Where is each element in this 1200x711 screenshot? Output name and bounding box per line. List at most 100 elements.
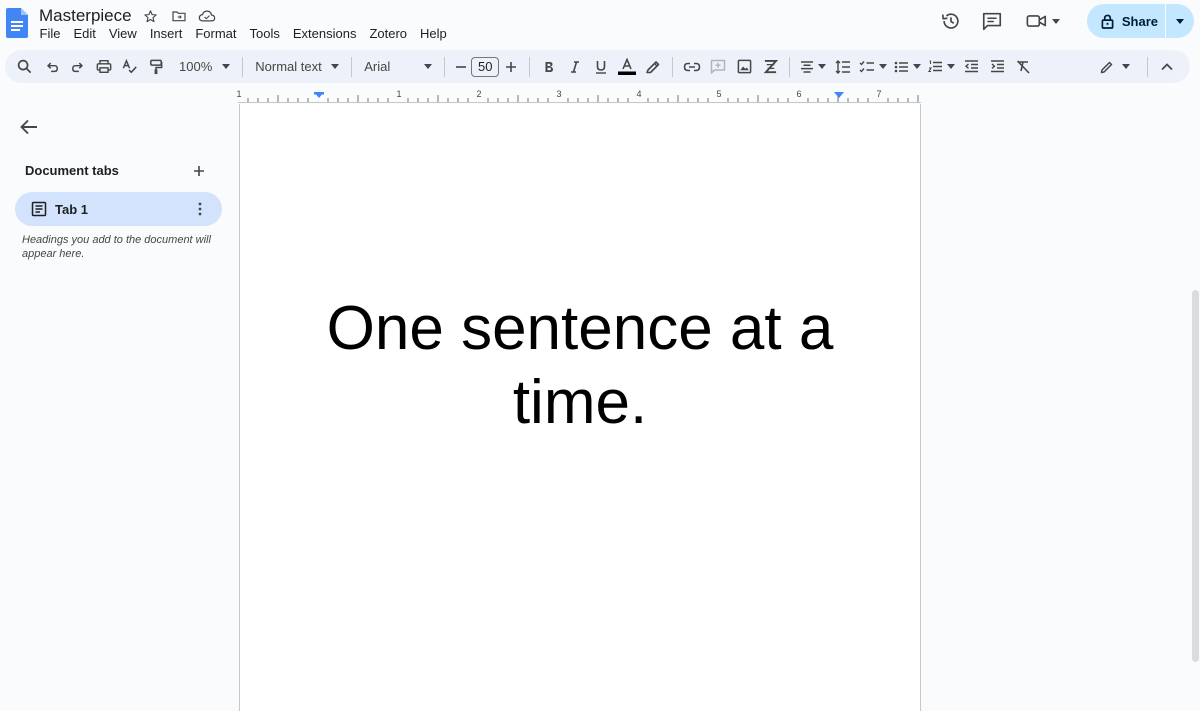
menu-format[interactable]: Format — [189, 25, 243, 43]
docs-app: Masterpiece File Edit View Insert Format… — [0, 0, 1200, 711]
document-outline-sidebar: Document tabs Tab 1 Headings you add to … — [0, 104, 238, 711]
numbered-list-icon[interactable] — [924, 53, 958, 81]
ruler-label: 3 — [556, 89, 561, 99]
menu-extensions[interactable]: Extensions — [286, 25, 363, 43]
line-spacing-icon[interactable] — [830, 53, 856, 81]
undo-icon[interactable] — [39, 53, 65, 81]
toolbar-divider — [1147, 56, 1148, 77]
bold-icon[interactable] — [536, 53, 562, 81]
document-tab-icon — [31, 201, 47, 217]
ruler-label: 2 — [476, 89, 481, 99]
right-indent-marker[interactable] — [834, 92, 844, 98]
decrease-font-size-icon[interactable] — [451, 53, 471, 81]
chevron-down-icon — [1122, 64, 1130, 69]
version-history-icon[interactable] — [934, 4, 968, 38]
paint-format-icon[interactable] — [143, 53, 169, 81]
tab-item-1[interactable]: Tab 1 — [15, 192, 222, 226]
document-tabs-heading: Document tabs — [25, 163, 119, 178]
comments-icon[interactable] — [975, 4, 1009, 38]
zoom-value: 100% — [179, 59, 213, 74]
italic-icon[interactable] — [562, 53, 588, 81]
document-page[interactable]: One sentence at a time. — [239, 104, 921, 711]
font-family-select[interactable]: Arial — [358, 53, 438, 81]
ruler-ticks: 1 1 2 3 4 5 6 7 — [236, 89, 919, 102]
insert-image-icon[interactable] — [731, 53, 757, 81]
toolbar-divider — [351, 56, 353, 77]
move-to-folder-icon[interactable] — [170, 7, 188, 25]
toolbar-divider — [789, 56, 791, 77]
share-button-group: Share — [1086, 4, 1194, 38]
ruler-label: 6 — [796, 89, 801, 99]
editing-mode-button[interactable] — [1095, 53, 1135, 81]
text-color-icon[interactable] — [614, 53, 640, 81]
collapse-menus-icon[interactable] — [1154, 53, 1180, 81]
print-icon[interactable] — [91, 53, 117, 81]
menu-bar: File Edit View Insert Format Tools Exten… — [33, 25, 453, 43]
toolbar-divider — [444, 56, 446, 77]
chevron-down-icon — [818, 64, 827, 69]
spelling-check-icon[interactable] — [117, 53, 143, 81]
font-size-input[interactable]: 50 — [471, 56, 500, 77]
menu-file[interactable]: File — [33, 25, 67, 43]
clear-formatting-icon[interactable] — [1010, 53, 1036, 81]
toolbar-divider — [672, 56, 674, 77]
tab-label: Tab 1 — [55, 201, 88, 217]
ruler-label: 1 — [396, 89, 401, 99]
add-tab-icon[interactable] — [191, 163, 207, 179]
chevron-down-icon — [222, 64, 231, 69]
star-icon[interactable] — [142, 7, 160, 25]
meet-video-icon[interactable] — [1021, 4, 1065, 38]
chevron-down-icon — [424, 64, 433, 69]
paragraph-style-value: Normal text — [255, 59, 322, 74]
document-title[interactable]: Masterpiece — [39, 6, 132, 26]
menu-edit[interactable]: Edit — [67, 25, 102, 43]
chevron-down-icon — [946, 64, 955, 69]
increase-font-size-icon[interactable] — [499, 53, 523, 81]
align-center-icon[interactable] — [796, 53, 830, 81]
chevron-down-icon — [1176, 18, 1184, 24]
menu-view[interactable]: View — [102, 25, 143, 43]
toolbar-divider — [529, 56, 531, 77]
menu-zotero[interactable]: Zotero — [363, 25, 414, 43]
ruler-label: 1 — [236, 89, 241, 99]
cloud-saved-icon[interactable] — [198, 7, 216, 25]
bulleted-list-icon[interactable] — [890, 53, 924, 81]
vertical-scrollbar[interactable] — [1192, 290, 1199, 662]
header-actions: Share — [934, 4, 1200, 38]
chevron-down-icon — [1051, 18, 1060, 24]
zoom-select[interactable]: 100% — [173, 53, 236, 81]
underline-icon[interactable] — [588, 53, 614, 81]
chevron-down-icon — [331, 64, 340, 69]
ruler-baseline — [238, 102, 921, 103]
search-menus-icon[interactable] — [11, 53, 37, 81]
ruler-label: 7 — [876, 89, 881, 99]
outline-hint-text: Headings you add to the document will ap… — [22, 234, 211, 260]
paragraph-style-select[interactable]: Normal text — [249, 53, 345, 81]
chevron-down-icon — [912, 64, 921, 69]
decrease-indent-icon[interactable] — [958, 53, 984, 81]
left-indent-marker[interactable] — [314, 92, 324, 98]
more-options-icon[interactable] — [192, 201, 208, 217]
increase-indent-icon[interactable] — [984, 53, 1010, 81]
ruler[interactable]: 1 1 2 3 4 5 6 7 — [0, 84, 1200, 104]
checklist-icon[interactable] — [856, 53, 890, 81]
share-dropdown-button[interactable] — [1166, 4, 1194, 38]
add-comment-icon[interactable] — [705, 53, 731, 81]
menu-help[interactable]: Help — [414, 25, 454, 43]
highlight-color-icon[interactable] — [640, 53, 666, 81]
toolbar-divider — [242, 56, 244, 77]
menu-tools[interactable]: Tools — [243, 25, 286, 43]
ruler-label: 4 — [636, 89, 641, 99]
writing-aid-icon[interactable] — [757, 53, 783, 81]
menu-insert[interactable]: Insert — [143, 25, 189, 43]
docs-logo-icon[interactable] — [6, 8, 28, 38]
share-button[interactable]: Share — [1087, 4, 1165, 38]
chevron-down-icon — [879, 64, 888, 69]
font-family-value: Arial — [364, 59, 391, 74]
header: Masterpiece File Edit View Insert Format… — [0, 0, 1200, 50]
formatting-toolbar: 100% Normal text Arial 50 — [5, 50, 1190, 83]
insert-link-icon[interactable] — [679, 53, 705, 81]
back-arrow-icon[interactable] — [18, 116, 40, 138]
redo-icon[interactable] — [65, 53, 91, 81]
document-body-text[interactable]: One sentence at a time. — [320, 292, 840, 440]
